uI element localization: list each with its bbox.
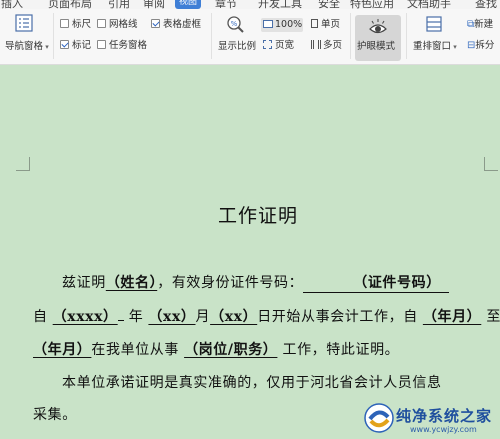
watermark-title: 纯净系统之家 bbox=[396, 407, 493, 425]
single-page-label: 单页 bbox=[321, 19, 341, 30]
tab-insert[interactable]: 插入 bbox=[1, 0, 23, 9]
ribbon-tab-strip: 插入 页面布局 引用 审阅 视图 章节 开发工具 安全 特色应用 文档助手 查找 bbox=[0, 0, 500, 9]
document-title: 工作证明 bbox=[217, 205, 298, 227]
watermark-url: www.ycwjzy.com bbox=[410, 425, 477, 434]
checkbox-unchecked-icon bbox=[97, 40, 106, 49]
page-width-icon bbox=[263, 40, 272, 49]
monitor-icon bbox=[263, 20, 273, 28]
nav-pane-button[interactable]: 导航窗格 ▾ bbox=[5, 41, 49, 53]
tab-special-apps[interactable]: 特色应用 bbox=[350, 0, 394, 9]
arrange-windows-label: 重排窗口 bbox=[413, 41, 452, 52]
multi-page-icon bbox=[311, 40, 321, 49]
crop-mark bbox=[484, 170, 498, 171]
crop-mark bbox=[484, 157, 485, 171]
tab-developer[interactable]: 开发工具 bbox=[258, 0, 302, 9]
checkbox-checked-icon bbox=[151, 19, 160, 28]
checkbox-unchecked-icon bbox=[97, 19, 106, 28]
paragraph-1: 兹证明（姓名），有效身份证件号码： （证件号码） bbox=[62, 272, 449, 293]
nav-pane-label: 导航窗格 bbox=[5, 41, 44, 52]
page-width-label: 页宽 bbox=[275, 40, 295, 51]
table-gridlines-label: 表格虚框 bbox=[163, 19, 202, 30]
multi-page-button[interactable]: 多页 bbox=[311, 40, 342, 52]
chevron-down-icon: ▾ bbox=[43, 43, 49, 51]
tab-references[interactable]: 引用 bbox=[108, 0, 130, 9]
chevron-down-icon: ▾ bbox=[451, 43, 457, 51]
tab-find[interactable]: 查找 bbox=[475, 0, 497, 9]
multi-page-label: 多页 bbox=[323, 40, 343, 51]
eye-mode-button[interactable]: 护眼模式 bbox=[355, 15, 401, 61]
table-gridlines-checkbox[interactable]: 表格虚框 bbox=[151, 19, 201, 31]
tab-doc-assistant[interactable]: 文档助手 bbox=[407, 0, 451, 9]
task-pane-checkbox[interactable]: 任务窗格 bbox=[97, 40, 147, 52]
zoom-button-label[interactable]: 显示比例 bbox=[218, 41, 256, 53]
crop-mark bbox=[29, 157, 30, 171]
ruler-checkbox[interactable]: 标尺 bbox=[60, 19, 91, 31]
tab-chapter[interactable]: 章节 bbox=[215, 0, 237, 9]
single-page-button[interactable]: 单页 bbox=[311, 19, 340, 31]
ruler-label: 标尺 bbox=[72, 19, 92, 30]
tab-page-layout[interactable]: 页面布局 bbox=[48, 0, 92, 9]
watermark-logo-icon bbox=[364, 403, 394, 433]
arrange-windows-button[interactable]: 重排窗口 ▾ bbox=[413, 41, 457, 53]
eye-mode-label: 护眼模式 bbox=[357, 41, 396, 52]
single-page-icon bbox=[311, 19, 318, 28]
svg-text:%: % bbox=[231, 20, 238, 28]
view-ribbon: 导航窗格 ▾ 标尺 网格线 表格虚框 标记 任务窗格 % 显示比例 100% 页… bbox=[0, 9, 500, 65]
site-watermark: 纯净系统之家 www.ycwjzy.com bbox=[362, 401, 500, 439]
gridlines-label: 网格线 bbox=[109, 19, 138, 30]
nav-pane-icon[interactable] bbox=[14, 13, 34, 33]
paragraph-5: 采集。 bbox=[33, 407, 77, 423]
arrange-windows-icon[interactable] bbox=[424, 14, 444, 34]
new-window-button[interactable]: ⧉新建 bbox=[467, 19, 493, 31]
gridlines-checkbox[interactable]: 网格线 bbox=[97, 19, 138, 31]
split-button[interactable]: ⊟拆分 bbox=[467, 40, 494, 52]
paragraph-2: 自 （xxxx） 年 （xx）月（xx）日开始从事会计工作，自 （年月） 至 bbox=[33, 309, 500, 325]
zoom-value: 100% bbox=[275, 19, 303, 30]
paragraph-3: （年月）在我单位从事 （岗位/职务） 工作，特此证明。 bbox=[33, 342, 400, 358]
tab-security[interactable]: 安全 bbox=[318, 0, 340, 9]
crop-mark bbox=[16, 170, 30, 171]
eye-icon bbox=[368, 18, 388, 38]
page-width-button[interactable]: 页宽 bbox=[263, 40, 294, 52]
split-label: 拆分 bbox=[475, 40, 495, 51]
tab-view[interactable]: 视图 bbox=[175, 0, 202, 9]
checkbox-checked-icon bbox=[60, 40, 69, 49]
tab-review[interactable]: 审阅 bbox=[143, 0, 165, 9]
markup-label: 标记 bbox=[72, 40, 92, 51]
task-pane-label: 任务窗格 bbox=[109, 40, 148, 51]
markup-checkbox[interactable]: 标记 bbox=[60, 40, 91, 52]
zoom-100[interactable]: 100% bbox=[263, 19, 302, 31]
zoom-magnifier-icon[interactable]: % bbox=[226, 15, 246, 35]
new-window-label: 新建 bbox=[474, 19, 494, 30]
checkbox-unchecked-icon bbox=[60, 19, 69, 28]
paragraph-4: 本单位承诺证明是真实准确的，仅用于河北省会计人员信息 bbox=[62, 375, 442, 391]
document-canvas[interactable]: 工作证明 兹证明（姓名），有效身份证件号码： （证件号码） 自 （xxxx） 年 … bbox=[0, 65, 500, 439]
